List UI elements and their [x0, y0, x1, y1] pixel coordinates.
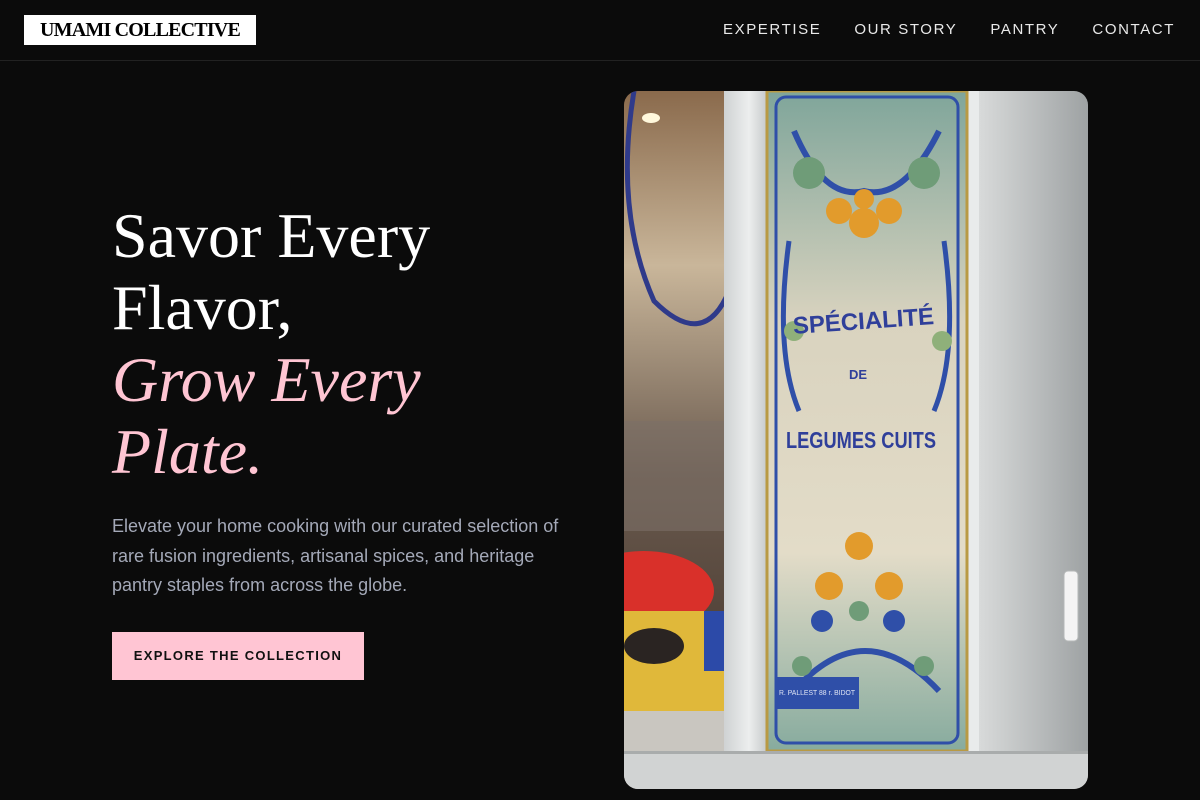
- main-nav: EXPERTISE OUR STORY PANTRY CONTACT: [723, 20, 1175, 40]
- headline-line-2: Flavor,: [112, 272, 293, 343]
- nav-link-expertise[interactable]: EXPERTISE: [723, 20, 821, 40]
- storefront-photo: SPÉCIALITÉ DE LEGUMES CUITS R. PALLEST 8…: [624, 91, 1088, 789]
- headline-accent-line-2: Plate.: [112, 416, 264, 487]
- hero-image: SPÉCIALITÉ DE LEGUMES CUITS R. PALLEST 8…: [624, 91, 1088, 789]
- headline-accent-line-1: Grow Every: [112, 344, 421, 415]
- site-header: UMAMI COLLECTIVE EXPERTISE OUR STORY PAN…: [0, 0, 1200, 61]
- maker-plaque-text: R. PALLEST 88 r. BIDOT: [779, 690, 856, 697]
- brand-logo[interactable]: UMAMI COLLECTIVE: [24, 15, 256, 45]
- hero-headline: Savor Every Flavor, Grow Every Plate.: [112, 200, 582, 488]
- nav-link-pantry[interactable]: PANTRY: [990, 20, 1059, 40]
- headline-line-1: Savor Every: [112, 200, 431, 271]
- sign-text-de: DE: [849, 367, 867, 382]
- nav-link-our-story[interactable]: OUR STORY: [854, 20, 957, 40]
- nav-link-contact[interactable]: CONTACT: [1092, 20, 1175, 40]
- explore-collection-button[interactable]: EXPLORE THE COLLECTION: [112, 632, 364, 680]
- hero-description: Elevate your home cooking with our curat…: [112, 516, 559, 595]
- sign-text-legumes-cuits: LEGUMES CUITS: [786, 427, 936, 453]
